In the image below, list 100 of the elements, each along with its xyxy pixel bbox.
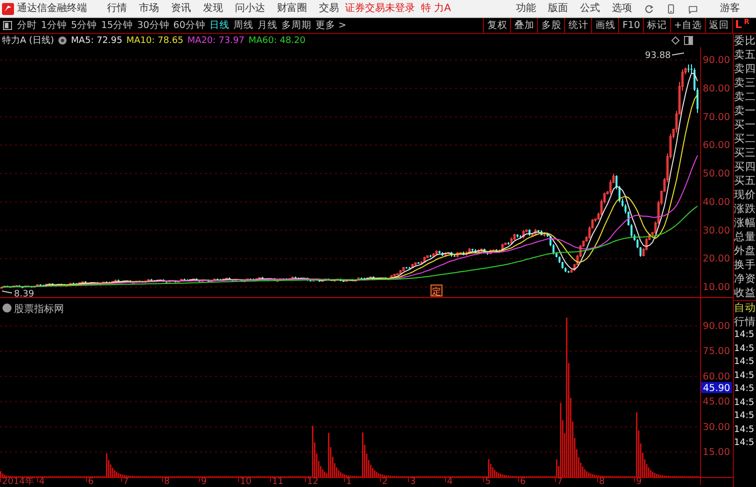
indicator-title: 股票指标网 — [14, 304, 64, 315]
price-axis-label: 20.00 — [702, 254, 730, 265]
period-tab[interactable]: 更多 > — [315, 19, 346, 32]
tick-time: 14:5 — [734, 370, 756, 382]
moving-average-value: MA60: 48.20 — [248, 36, 306, 46]
menu-item[interactable]: 资讯 — [171, 2, 191, 14]
date-axis-label: 12 — [307, 477, 318, 485]
date-axis-label: 4 — [447, 477, 453, 485]
period-tab[interactable]: 60分钟 — [173, 19, 206, 32]
menu-item[interactable]: 公式 — [580, 2, 600, 14]
period-tab[interactable]: 15分钟 — [101, 19, 134, 32]
menu-item[interactable]: 选项 — [612, 2, 632, 14]
quote-field-label: 卖一 — [734, 104, 756, 118]
date-axis-label: 1 — [346, 477, 352, 485]
quote-field-label: 卖三 — [734, 76, 756, 90]
quote-field-label: 卖二 — [734, 90, 756, 104]
moving-average-value: MA20: 73.97 — [187, 36, 244, 46]
stock-name: 特 力A — [421, 2, 452, 14]
date-axis-label: 6 — [520, 477, 526, 485]
login-notice: 证券交易未登录 — [345, 2, 415, 14]
date-axis-label: 4 — [39, 477, 45, 485]
price-axis-label: 10.00 — [702, 282, 730, 293]
quote-field-label: 总量 — [734, 230, 756, 244]
quote-field-label: 买五 — [734, 174, 756, 188]
quote-field-label: 换手 — [734, 258, 756, 272]
price-axis-label: 70.00 — [702, 112, 730, 123]
quote-field-label: 涨跌 — [734, 202, 756, 216]
date-axis-label: 11 — [272, 477, 284, 485]
menu-item[interactable]: 市场 — [139, 2, 159, 14]
price-axis-label: 80.00 — [702, 83, 730, 94]
tick-time: 14:5 — [734, 424, 756, 436]
app-title: 通达信金融终端 — [17, 2, 87, 14]
date-axis-label: 8 — [164, 477, 170, 485]
settings-icon[interactable] — [2, 304, 12, 312]
date-axis-label: 3 — [410, 477, 416, 485]
current-value-badge: 45.90 — [701, 382, 732, 394]
price-axis-label: 40.00 — [702, 196, 730, 208]
period-tab[interactable]: 1分钟 — [41, 19, 68, 32]
chart-title: 特力A (日线) — [2, 34, 54, 47]
low-price-label: 8.39 — [14, 290, 34, 298]
price-axis-label: 60.00 — [702, 140, 730, 152]
date-axis-label: 8 — [599, 477, 605, 485]
window-icon[interactable] — [684, 36, 693, 45]
menu-item[interactable]: 财富圈 — [277, 2, 307, 14]
menu-item[interactable]: 发现 — [203, 2, 223, 14]
tick-time: 14:5 — [734, 410, 756, 423]
menu-item[interactable]: 问小达 — [235, 2, 265, 14]
logo-icon — [2, 2, 14, 14]
quote-field-label: 买三 — [734, 146, 756, 160]
menu-item[interactable]: 行情 — [107, 2, 127, 14]
date-axis-label: 10 — [240, 477, 252, 485]
tick-title: 行情 — [734, 315, 756, 329]
user-label: 游客 — [720, 2, 740, 14]
price-axis-label: 90.00 — [702, 55, 730, 66]
quote-field-label: 委比 — [734, 34, 756, 48]
date-axis-label: 9 — [201, 477, 207, 485]
period-tab[interactable]: 分时 — [17, 19, 37, 32]
tick-time: 14:5 — [734, 437, 756, 450]
indicator-axis-label: 75.00 — [702, 346, 730, 358]
period-tab[interactable]: 周线 — [233, 19, 254, 32]
leader-line — [672, 52, 684, 56]
quote-field-label: 收益 — [734, 286, 756, 300]
menu-item[interactable]: 功能 — [516, 2, 536, 14]
date-axis-label: 7 — [123, 477, 129, 485]
period-tab[interactable]: 多周期 — [281, 19, 312, 32]
indicator-axis-label: 60.00 — [702, 371, 730, 382]
period-tab[interactable]: 月线 — [257, 19, 278, 32]
quote-field-label: 卖五 — [734, 48, 756, 62]
price-axis-label: 30.00 — [702, 225, 730, 236]
period-tab[interactable]: 5分钟 — [71, 19, 98, 32]
date-axis-label: 2 — [382, 477, 388, 485]
tick-time: 14:5 — [734, 342, 756, 356]
moving-average-value: MA10: 78.65 — [126, 36, 184, 46]
moving-average-value: MA5: 72.95 — [71, 36, 122, 46]
tick-time: 14:5 — [734, 396, 756, 410]
refresh-icon[interactable] — [644, 4, 654, 14]
quote-field-label: 买四 — [734, 160, 756, 174]
indicator-axis-label: 30.00 — [702, 422, 730, 433]
quote-field-label: 涨幅 — [734, 216, 756, 230]
date-axis-label: 7 — [557, 477, 563, 485]
message-icon[interactable] — [688, 4, 698, 14]
quote-field-label: 卖四 — [734, 62, 756, 76]
date-axis-label: 6 — [88, 477, 94, 485]
date-axis-label: 2014年 — [2, 477, 34, 485]
indicator-axis-label: 45.00 — [702, 396, 730, 408]
high-price-label: 93.88 — [645, 51, 671, 61]
quote-field-label: 外盘 — [734, 244, 756, 258]
settings-icon[interactable] — [58, 36, 68, 45]
diamond-icon[interactable] — [671, 36, 680, 45]
period-tab[interactable]: 日线 — [209, 19, 230, 32]
menu-item[interactable]: 交易 — [319, 2, 339, 14]
tick-time: 14:5 — [734, 356, 756, 369]
quote-field-label: 净资 — [734, 272, 756, 286]
tick-mode-label[interactable]: 自动 — [734, 300, 756, 315]
menu-item[interactable]: 版面 — [548, 2, 568, 14]
quote-field-label: 现价 — [734, 188, 756, 202]
phone-icon[interactable] — [666, 4, 676, 14]
price-axis-label: 50.00 — [702, 168, 730, 180]
period-tab[interactable]: 30分钟 — [137, 19, 170, 32]
panel-toggle-icon[interactable] — [3, 21, 12, 30]
